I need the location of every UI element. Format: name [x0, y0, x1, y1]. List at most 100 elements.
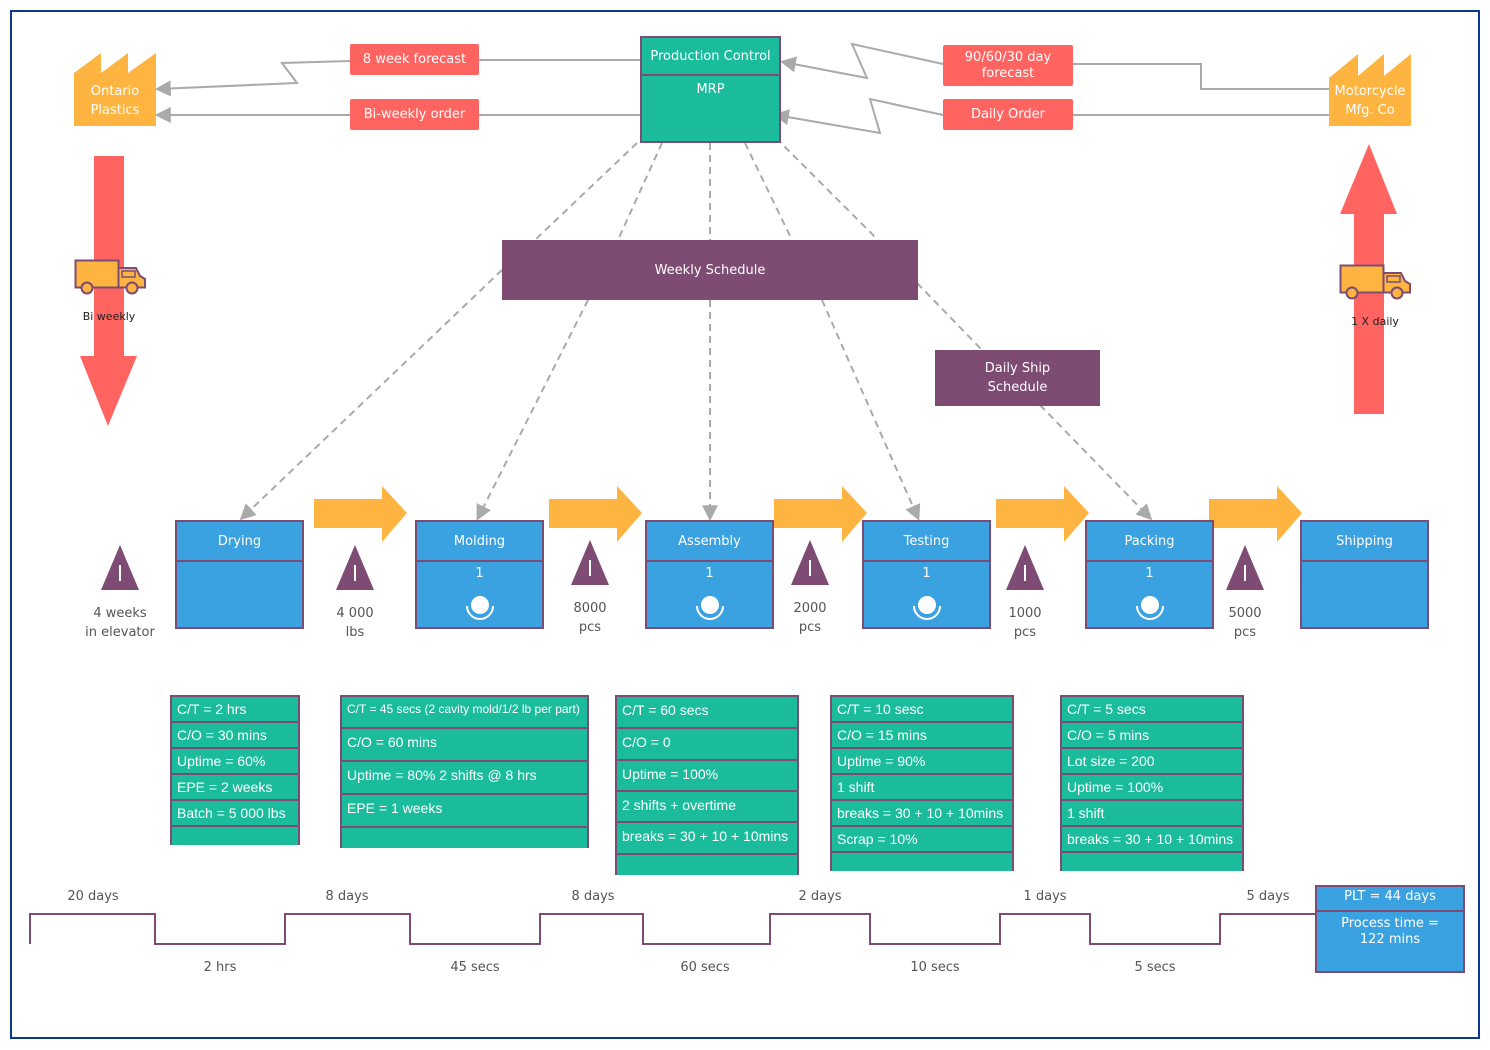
timeline-wait-time: 2 days — [798, 889, 842, 904]
operator-count: 1 — [705, 566, 714, 581]
data-row: breaks = 30 + 10 + 10mins — [617, 823, 797, 855]
operator-icon — [912, 596, 941, 620]
customer-name: Motorcycle Mfg. Co — [1334, 84, 1406, 118]
data-row: C/T = 60 secs — [617, 697, 797, 729]
data-box-packing: C/T = 5 secs C/O = 5 mins Lot size = 200… — [1060, 695, 1244, 871]
data-row: C/O = 30 mins — [172, 723, 298, 749]
forecast-electronic-line — [154, 60, 351, 97]
operator-count: 1 — [1145, 566, 1154, 581]
outbound-frequency-label: 1 X daily — [1351, 315, 1399, 328]
operator-count: 1 — [922, 566, 931, 581]
inventory-label: 2000 pcs — [793, 601, 827, 635]
operator-count: 1 — [475, 566, 484, 581]
data-row: EPE = 2 weeks — [172, 775, 298, 801]
timeline-process-time: 45 secs — [450, 960, 500, 975]
outbound-truck-icon — [1339, 264, 1411, 300]
pc-schedule-line — [617, 142, 663, 241]
process-name: Assembly — [647, 522, 772, 562]
inventory-label: 4 weeks in elevator — [85, 606, 155, 640]
data-row: C/T = 2 hrs — [172, 697, 298, 723]
production-control-subtitle: MRP — [696, 82, 725, 97]
operator-icon — [1135, 596, 1164, 620]
schedule-to-testing — [821, 299, 921, 521]
schedule-to-daily-ship — [916, 282, 983, 351]
process-name: Shipping — [1302, 522, 1427, 562]
data-box-molding: C/T = 45 secs (2 cavity mold/1/2 lb per … — [340, 695, 589, 848]
pc-schedule-line — [744, 142, 793, 241]
supplier-order-tag: Bi-weekly order — [350, 99, 479, 130]
data-row: breaks = 30 + 10 + 10mins — [832, 801, 1012, 827]
data-row: Batch = 5 000 lbs — [172, 801, 298, 827]
data-row: Scrap = 10% — [832, 827, 1012, 853]
data-row: Lot size = 200 — [1062, 749, 1242, 775]
process-box-packing: Packing 1 — [1085, 520, 1214, 629]
process-box-shipping: Shipping — [1300, 520, 1429, 629]
timeline-wait-time: 20 days — [67, 889, 119, 904]
timeline-process-time: 10 secs — [910, 960, 960, 975]
data-row: C/O = 60 mins — [342, 729, 587, 762]
pc-schedule-line — [775, 137, 879, 241]
pc-schedule-line — [534, 142, 638, 241]
process-name: Molding — [417, 522, 542, 562]
data-row: C/T = 45 secs (2 cavity mold/1/2 lb per … — [342, 697, 587, 729]
process-name: Testing — [864, 522, 989, 562]
customer-forecast-connector — [1073, 63, 1330, 90]
data-row: C/O = 5 mins — [1062, 723, 1242, 749]
data-row: Uptime = 80% 2 shifts @ 8 hrs — [342, 762, 587, 795]
supplier-name: Ontario Plastics — [90, 84, 140, 118]
inventory-label: 5000 pcs — [1228, 606, 1262, 640]
operator-icon — [465, 596, 494, 620]
timeline-process-time: 2 hrs — [203, 960, 237, 975]
data-box-drying: C/T = 2 hrs C/O = 30 mins Uptime = 60% E… — [170, 695, 300, 845]
push-arrow — [314, 486, 407, 542]
data-row: C/O = 0 — [617, 729, 797, 761]
process-name: Drying — [177, 522, 302, 562]
push-arrow — [774, 486, 867, 542]
data-row: 2 shifts + overtime — [617, 792, 797, 823]
timeline-ladder — [29, 913, 1315, 945]
data-row: 1 shift — [832, 775, 1012, 801]
total-process-time: Process time = 122 mins — [1341, 916, 1439, 947]
inventory-label: 4 000 lbs — [336, 606, 374, 640]
inbound-frequency-label: Bi weekly — [82, 310, 136, 323]
data-row: Uptime = 90% — [832, 749, 1012, 775]
inbound-truck-icon — [74, 259, 146, 295]
process-box-molding: Molding 1 — [415, 520, 544, 629]
data-box-assembly: C/T = 60 secs C/O = 0 Uptime = 100% 2 sh… — [615, 695, 799, 875]
timeline-wait-time: 8 days — [325, 889, 369, 904]
timeline-wait-time: 5 days — [1246, 889, 1290, 904]
weekly-schedule-box: Weekly Schedule — [502, 240, 918, 300]
production-lead-time: PLT = 44 days — [1317, 887, 1463, 912]
data-row: EPE = 1 weeks — [342, 795, 587, 828]
customer-forecast-tag: 90/60/30 day forecast — [943, 45, 1073, 86]
customer-order-line — [772, 97, 944, 135]
timeline-process-time: 60 secs — [680, 960, 730, 975]
timeline-process-time: 5 secs — [1134, 960, 1176, 975]
timeline-wait-time: 8 days — [571, 889, 615, 904]
process-box-assembly: Assembly 1 — [645, 520, 774, 629]
data-row: Uptime = 100% — [1062, 775, 1242, 801]
schedule-to-molding — [476, 299, 589, 521]
data-row: 1 shift — [1062, 801, 1242, 827]
process-name: Packing — [1087, 522, 1212, 562]
lead-time-summary-box: PLT = 44 days Process time = 122 mins — [1315, 885, 1465, 973]
process-box-testing: Testing 1 — [862, 520, 991, 629]
production-control-box: Production Control MRP — [640, 36, 781, 143]
inventory-label: 8000 pcs — [573, 601, 607, 635]
push-arrow — [1209, 486, 1302, 542]
supplier-forecast-tag: 8 week forecast — [350, 44, 479, 75]
customer-forecast-line — [779, 42, 944, 80]
data-row: breaks = 30 + 10 + 10mins — [1062, 827, 1242, 853]
data-box-testing: C/T = 10 sesc C/O = 15 mins Uptime = 90%… — [830, 695, 1014, 871]
schedule-to-drying — [239, 269, 503, 521]
daily-ship-schedule-box: Daily Ship Schedule — [935, 350, 1100, 406]
production-control-title: Production Control — [642, 38, 779, 76]
push-arrow — [549, 486, 642, 542]
data-row: C/T = 10 sesc — [832, 697, 1012, 723]
inventory-label: 1000 pcs — [1008, 606, 1042, 640]
data-row: C/T = 5 secs — [1062, 697, 1242, 723]
data-row: Uptime = 60% — [172, 749, 298, 775]
process-box-drying: Drying — [175, 520, 304, 629]
data-row: Uptime = 100% — [617, 761, 797, 792]
data-row: C/O = 15 mins — [832, 723, 1012, 749]
